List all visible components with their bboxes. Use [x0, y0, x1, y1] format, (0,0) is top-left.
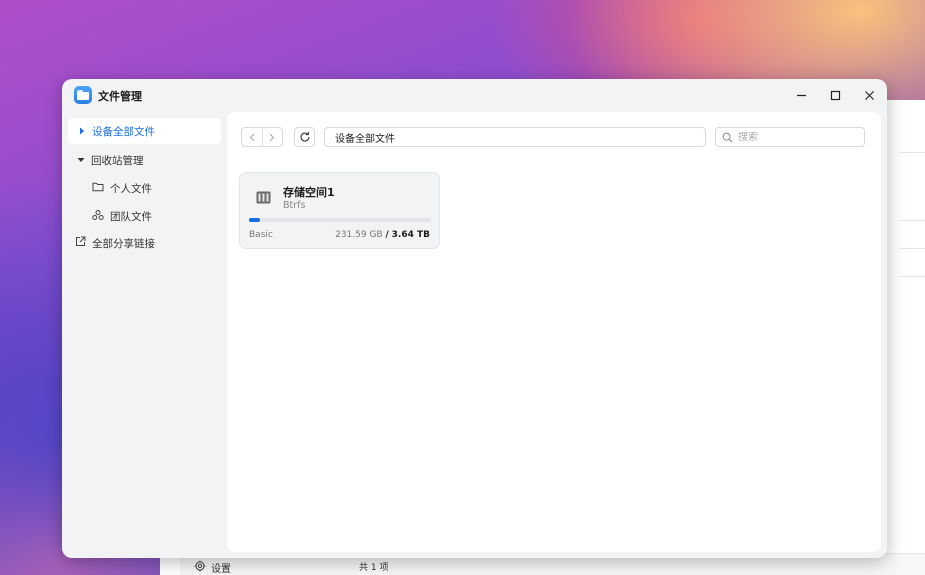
close-icon	[864, 90, 874, 100]
back-button[interactable]	[242, 128, 262, 146]
sidebar-item-label: 个人文件	[110, 182, 152, 195]
settings-label: 设置	[211, 564, 231, 575]
storage-used: 231.59 GB	[335, 230, 383, 240]
history-nav	[241, 127, 283, 147]
maximize-icon	[830, 90, 840, 100]
team-icon	[92, 209, 104, 224]
sidebar-item-label: 团队文件	[110, 210, 152, 223]
storage-card[interactable]: 存储空间1 Btrfs Basic 231.59 GB / 3.64 TB	[239, 172, 440, 249]
refresh-button[interactable]	[294, 127, 315, 147]
share-icon	[75, 236, 86, 250]
title-bar[interactable]: 文件管理	[62, 79, 887, 112]
background-settings-item[interactable]: 设置	[194, 560, 231, 575]
refresh-icon	[299, 132, 310, 142]
path-bar[interactable]: 设备全部文件	[324, 127, 706, 147]
content-panel: 设备全部文件 存储空间1 Btrfs Basic 231.59 GB / 3.6…	[227, 112, 881, 552]
storage-name: 存储空间1	[283, 186, 335, 199]
forward-button[interactable]	[263, 128, 283, 146]
background-divider	[900, 248, 925, 249]
chevron-right-icon	[269, 133, 275, 141]
sidebar-item-recycle-bin[interactable]: 回收站管理	[76, 147, 144, 173]
storage-usage-fill	[249, 218, 261, 222]
chevron-left-icon	[249, 133, 255, 141]
gear-icon	[194, 560, 206, 575]
storage-separator: /	[385, 230, 389, 240]
minimize-icon	[796, 94, 806, 96]
storage-usage-bar	[249, 218, 431, 222]
background-divider	[900, 220, 925, 221]
sidebar-item-label: 全部分享链接	[92, 237, 155, 250]
storage-disk-icon	[256, 191, 271, 207]
storage-total: 3.64 TB	[391, 230, 430, 240]
close-button[interactable]	[857, 84, 881, 106]
sidebar-item-label: 设备全部文件	[92, 125, 155, 138]
storage-usage-text: 231.59 GB / 3.64 TB	[335, 230, 430, 240]
sidebar-item-personal-files[interactable]: 个人文件	[92, 175, 152, 201]
sidebar-item-share-links[interactable]: 全部分享链接	[75, 230, 155, 256]
item-count: 共 1 项	[359, 563, 389, 573]
storage-type: Basic	[249, 230, 273, 240]
search-box[interactable]	[715, 127, 865, 147]
caret-right-icon	[77, 127, 86, 135]
caret-down-icon	[76, 157, 85, 163]
maximize-button[interactable]	[823, 84, 847, 106]
sidebar-item-all-files[interactable]: 设备全部文件	[68, 118, 221, 144]
search-icon	[722, 132, 733, 142]
search-input[interactable]	[738, 131, 848, 143]
sidebar-item-label: 回收站管理	[91, 154, 144, 167]
background-divider	[900, 152, 925, 153]
storage-filesystem: Btrfs	[283, 200, 306, 211]
sidebar: 设备全部文件 回收站管理 个人文件 团队文件 全部分享链接	[62, 112, 227, 558]
file-manager-window: 文件管理 设备全部文件 回收站管理 个人文件 团队文件 全部分享链接 设备全部文…	[62, 79, 887, 558]
folder-icon	[92, 181, 104, 195]
window-title: 文件管理	[98, 90, 142, 103]
sidebar-item-team-files[interactable]: 团队文件	[92, 203, 152, 229]
minimize-button[interactable]	[789, 84, 813, 106]
background-divider	[900, 276, 925, 277]
file-manager-app-icon	[74, 86, 92, 104]
